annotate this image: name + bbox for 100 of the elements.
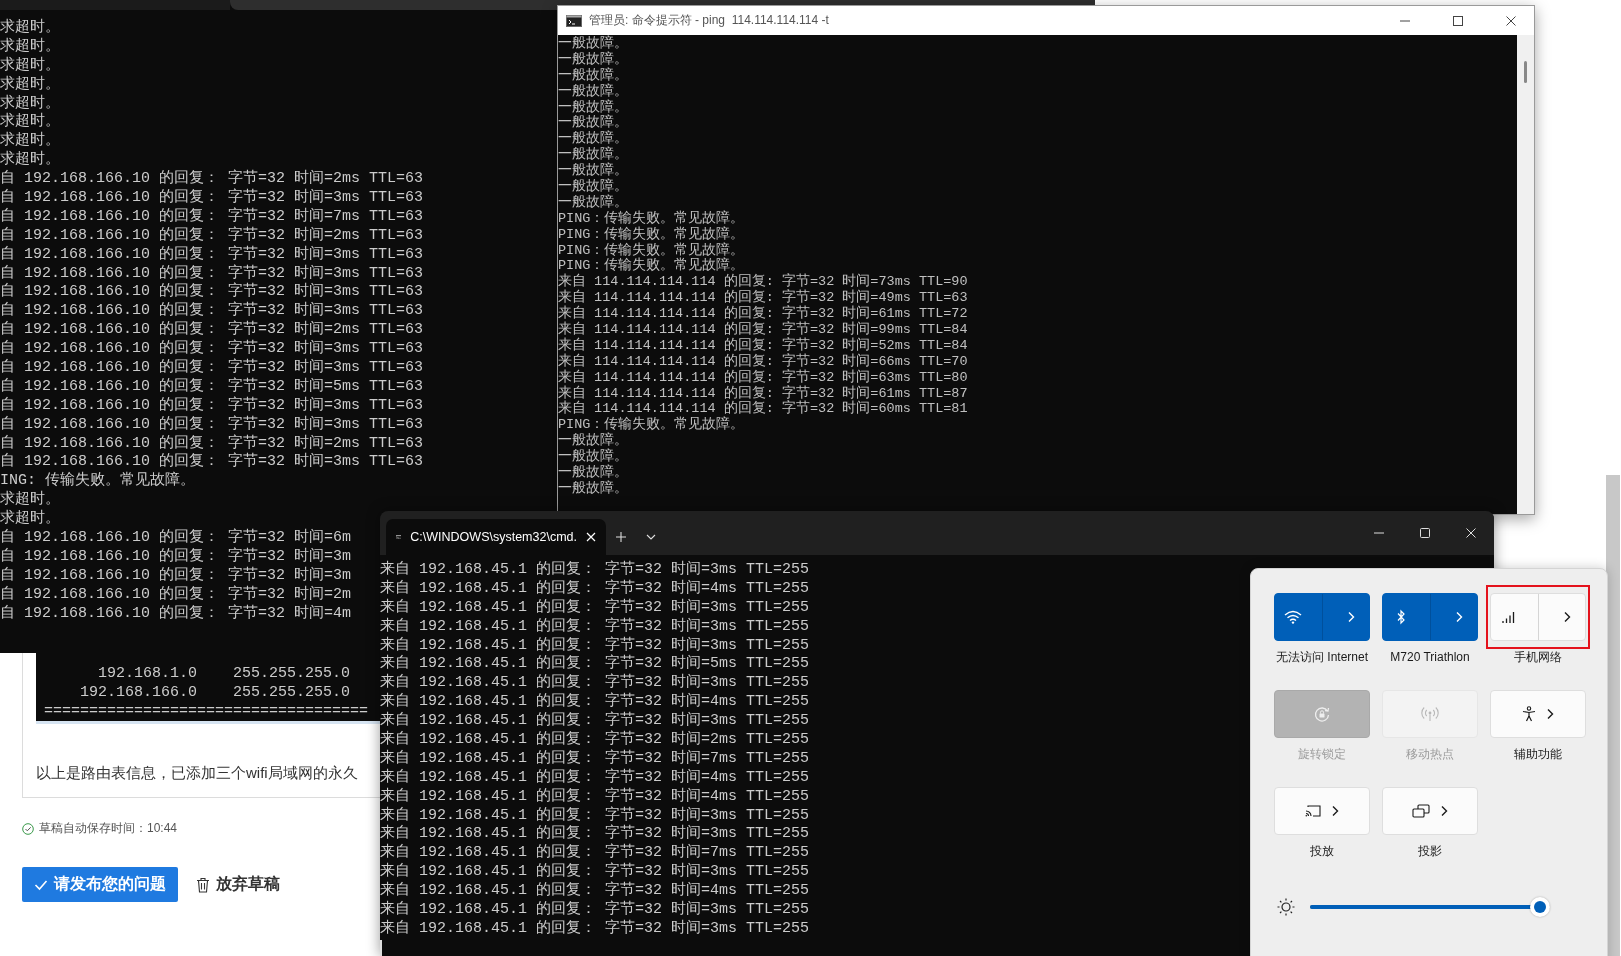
console-app-icon	[566, 14, 582, 27]
terminal-line: 一般故障。	[558, 99, 629, 115]
terminal-line: 自 192.168.166.10 的回复： 字节=32 时间=3ms TTL=63	[0, 245, 424, 264]
terminal-line: 一般故障。	[558, 36, 629, 51]
terminal-line: 自 192.168.166.10 的回复： 字节=32 时间=3ms TTL=63	[0, 264, 424, 282]
trash-icon	[196, 876, 210, 893]
terminal-line: 自 192.168.166.10 的回复： 字节=32 时间=2m	[0, 585, 352, 604]
tile-label: 辅助功能	[1514, 746, 1562, 762]
terminal-line: 一般故障。	[558, 194, 629, 211]
terminal-line: 求超时。	[0, 510, 60, 529]
terminal-line: 来自 192.168.45.1 的回复： 字节=32 时间=3ms TTL=255	[380, 561, 810, 579]
tile-label: 旋转锁定	[1298, 746, 1346, 762]
terminal-line: 一般故障。	[558, 115, 629, 131]
terminal-line: 来自 192.168.45.1 的回复： 字节=32 时间=4ms TTL=255	[380, 693, 810, 711]
terminal-line: 自 192.168.166.10 的回复： 字节=32 时间=2ms TTL=63	[0, 434, 424, 452]
terminal-line: 来自 192.168.45.1 的回复： 字节=32 时间=3ms TTL=255	[380, 636, 810, 654]
wifi-icon	[1284, 610, 1303, 624]
paragraph-text: 以上是路由表信息，已添加三个wifi局域网的永久	[36, 764, 359, 783]
code-text: ====================================	[44, 702, 370, 721]
terminal-line: 来自 192.168.45.1 的回复： 字节=32 时间=3ms TTL=255	[380, 617, 810, 636]
terminal-line: 自 192.168.166.10 的回复： 字节=32 时间=3ms TTL=63	[0, 189, 424, 207]
terminal-line: 一般故障。	[558, 67, 629, 83]
two-screens-icon	[1412, 804, 1430, 818]
terminal-line: 来自 192.168.45.1 的回复： 字节=32 时间=3ms TTL=255	[380, 598, 810, 617]
terminal-line: 来自 192.168.45.1 的回复： 字节=32 时间=3ms TTL=255	[380, 712, 810, 730]
terminal-line: 自 192.168.166.10 的回复： 字节=32 时间=6m	[0, 529, 352, 547]
autosave-text: 草稿自动保存时间：10:44	[39, 820, 178, 837]
terminal-line: 来自 114.114.114.114 的回复: 字节=32 时间=60ms TTL=81	[558, 401, 969, 417]
terminal-line: 来自 114.114.114.114 的回复: 字节=32 时间=49ms TTL=63	[558, 290, 969, 306]
terminal-line: 来自 192.168.45.1 的回复： 字节=32 时间=3ms TTL=255	[380, 674, 810, 692]
terminal-line: 来自 114.114.114.114 的回复: 字节=32 时间=99ms TTL=84	[558, 322, 969, 338]
chevron-right-icon	[1331, 805, 1339, 817]
toggle-tile[interactable]	[1274, 593, 1370, 641]
cast-icon	[1305, 804, 1321, 818]
terminal-line: 自 192.168.166.10 的回复： 字节=32 时间=3ms TTL=63	[0, 340, 424, 358]
terminal-line: 一般故障。	[558, 131, 629, 147]
terminal-line: 自 192.168.166.10 的回复： 字节=32 时间=3ms TTL=63	[0, 415, 424, 434]
terminal-line: 来自 192.168.45.1 的回复： 字节=32 时间=7ms TTL=255	[380, 749, 810, 768]
tile-label: 投影	[1418, 843, 1442, 859]
terminal-line: PING：传输失败。常见故障。	[558, 226, 746, 242]
terminal-line: 求超时。	[0, 56, 60, 75]
check-icon	[34, 878, 48, 891]
text-cursor	[380, 939, 382, 956]
code-text: 192.168.1.0	[96, 664, 197, 683]
slider-thumb[interactable]	[1530, 897, 1551, 917]
window-title: 管理员: 命令提示符 - ping 114.114.114.114 -t	[589, 12, 830, 29]
hotspot-icon	[1421, 706, 1439, 722]
code-text: 255.255.255.0	[231, 664, 350, 683]
terminal-line: 一般故障。	[558, 465, 629, 481]
tile-label: 移动热点	[1406, 746, 1454, 762]
terminal-line: ING: 传输失败。常见故障。	[0, 472, 195, 490]
terminal-line: 求超时。	[0, 19, 60, 37]
bluetooth-icon	[1396, 609, 1407, 625]
maximize-icon[interactable]	[1452, 14, 1464, 27]
terminal-line: 一般故障。	[558, 163, 629, 179]
publish-button[interactable]: 请发布您的问题	[22, 867, 178, 902]
terminal-line: 求超时。	[0, 75, 60, 94]
terminal-line: 自 192.168.166.10 的回复： 字节=32 时间=3m	[0, 566, 352, 585]
terminal-line: 来自 192.168.45.1 的回复： 字节=32 时间=7ms TTL=255	[380, 844, 810, 862]
toggle-tile[interactable]	[1382, 593, 1478, 641]
tile-label: 手机网络	[1514, 649, 1562, 665]
terminal-line: 自 192.168.166.10 的回复： 字节=32 时间=7ms TTL=63	[0, 207, 424, 226]
terminal-line: 自 192.168.166.10 的回复： 字节=32 时间=5ms TTL=63	[0, 377, 424, 396]
terminal-line: 一般故障。	[558, 480, 629, 497]
brightness-icon	[1276, 897, 1296, 917]
terminal-line: 来自 192.168.45.1 的回复： 字节=32 时间=4ms TTL=255	[380, 882, 810, 900]
terminal-line: 自 192.168.166.10 的回复： 字节=32 时间=3ms TTL=63	[0, 396, 424, 415]
terminal-line: 求超时。	[0, 151, 60, 170]
terminal-line: 一般故障。	[558, 179, 629, 194]
terminal-line: 自 192.168.166.10 的回复： 字节=32 时间=3m	[0, 547, 352, 566]
terminal-line: 来自 114.114.114.114 的回复: 字节=32 时间=61ms TTL=72	[558, 306, 969, 322]
terminal-line: 自 192.168.166.10 的回复： 字节=32 时间=3ms TTL=63	[0, 453, 424, 471]
tile-label: M720 Triathlon	[1390, 649, 1470, 665]
terminal-line: 来自 192.168.45.1 的回复： 字节=32 时间=2ms TTL=255	[380, 731, 810, 749]
terminal-line: 一般故障。	[558, 147, 629, 163]
terminal-line: 来自 192.168.45.1 的回复： 字节=32 时间=3ms TTL=255	[380, 919, 810, 939]
terminal-line: 自 192.168.166.10 的回复： 字节=32 时间=4m	[0, 604, 352, 624]
terminal-line: 来自 192.168.45.1 的回复： 字节=32 时间=4ms TTL=255	[380, 787, 810, 806]
terminal-line: 来自 192.168.45.1 的回复： 字节=32 时间=3ms TTL=255	[380, 863, 810, 881]
discard-button[interactable]: 放弃草稿	[196, 874, 280, 895]
tile-label: 无法访问 Internet	[1276, 649, 1368, 665]
chevron-right-icon	[1440, 805, 1448, 817]
terminal-line: 自 192.168.166.10 的回复： 字节=32 时间=2ms TTL=63	[0, 170, 424, 188]
terminal-line: 求超时。	[0, 94, 60, 112]
terminal-line: 自 192.168.166.10 的回复： 字节=32 时间=3ms TTL=63	[0, 283, 424, 301]
close-icon[interactable]	[1505, 14, 1517, 27]
terminal-line: 来自 192.168.45.1 的回复： 字节=32 时间=3ms TTL=255	[380, 901, 810, 919]
chevron-right-icon	[1546, 708, 1554, 720]
tile-label: 投放	[1310, 843, 1334, 859]
scrollbar[interactable]	[1517, 35, 1534, 514]
terminal-line: 求超时。	[0, 37, 60, 56]
terminal-line: 求超时。	[0, 491, 60, 509]
terminal-tab[interactable]: C:\WINDOWS\system32\cmd.	[386, 519, 606, 555]
plus-icon[interactable]	[615, 531, 627, 543]
terminal-line: 来自 192.168.45.1 的回复： 字节=32 时间=4ms TTL=255	[380, 768, 810, 787]
terminal-line: 自 192.168.166.10 的回复： 字节=32 时间=3ms TTL=63	[0, 302, 424, 320]
terminal-line: 自 192.168.166.10 的回复： 字节=32 时间=2ms TTL=63	[0, 226, 424, 245]
terminal-line: PING：传输失败。常见故障。	[558, 417, 746, 433]
terminal-line: 来自 114.114.114.114 的回复: 字节=32 时间=63ms TTL=80	[558, 369, 969, 385]
terminal-line: 求超时。	[0, 132, 60, 150]
